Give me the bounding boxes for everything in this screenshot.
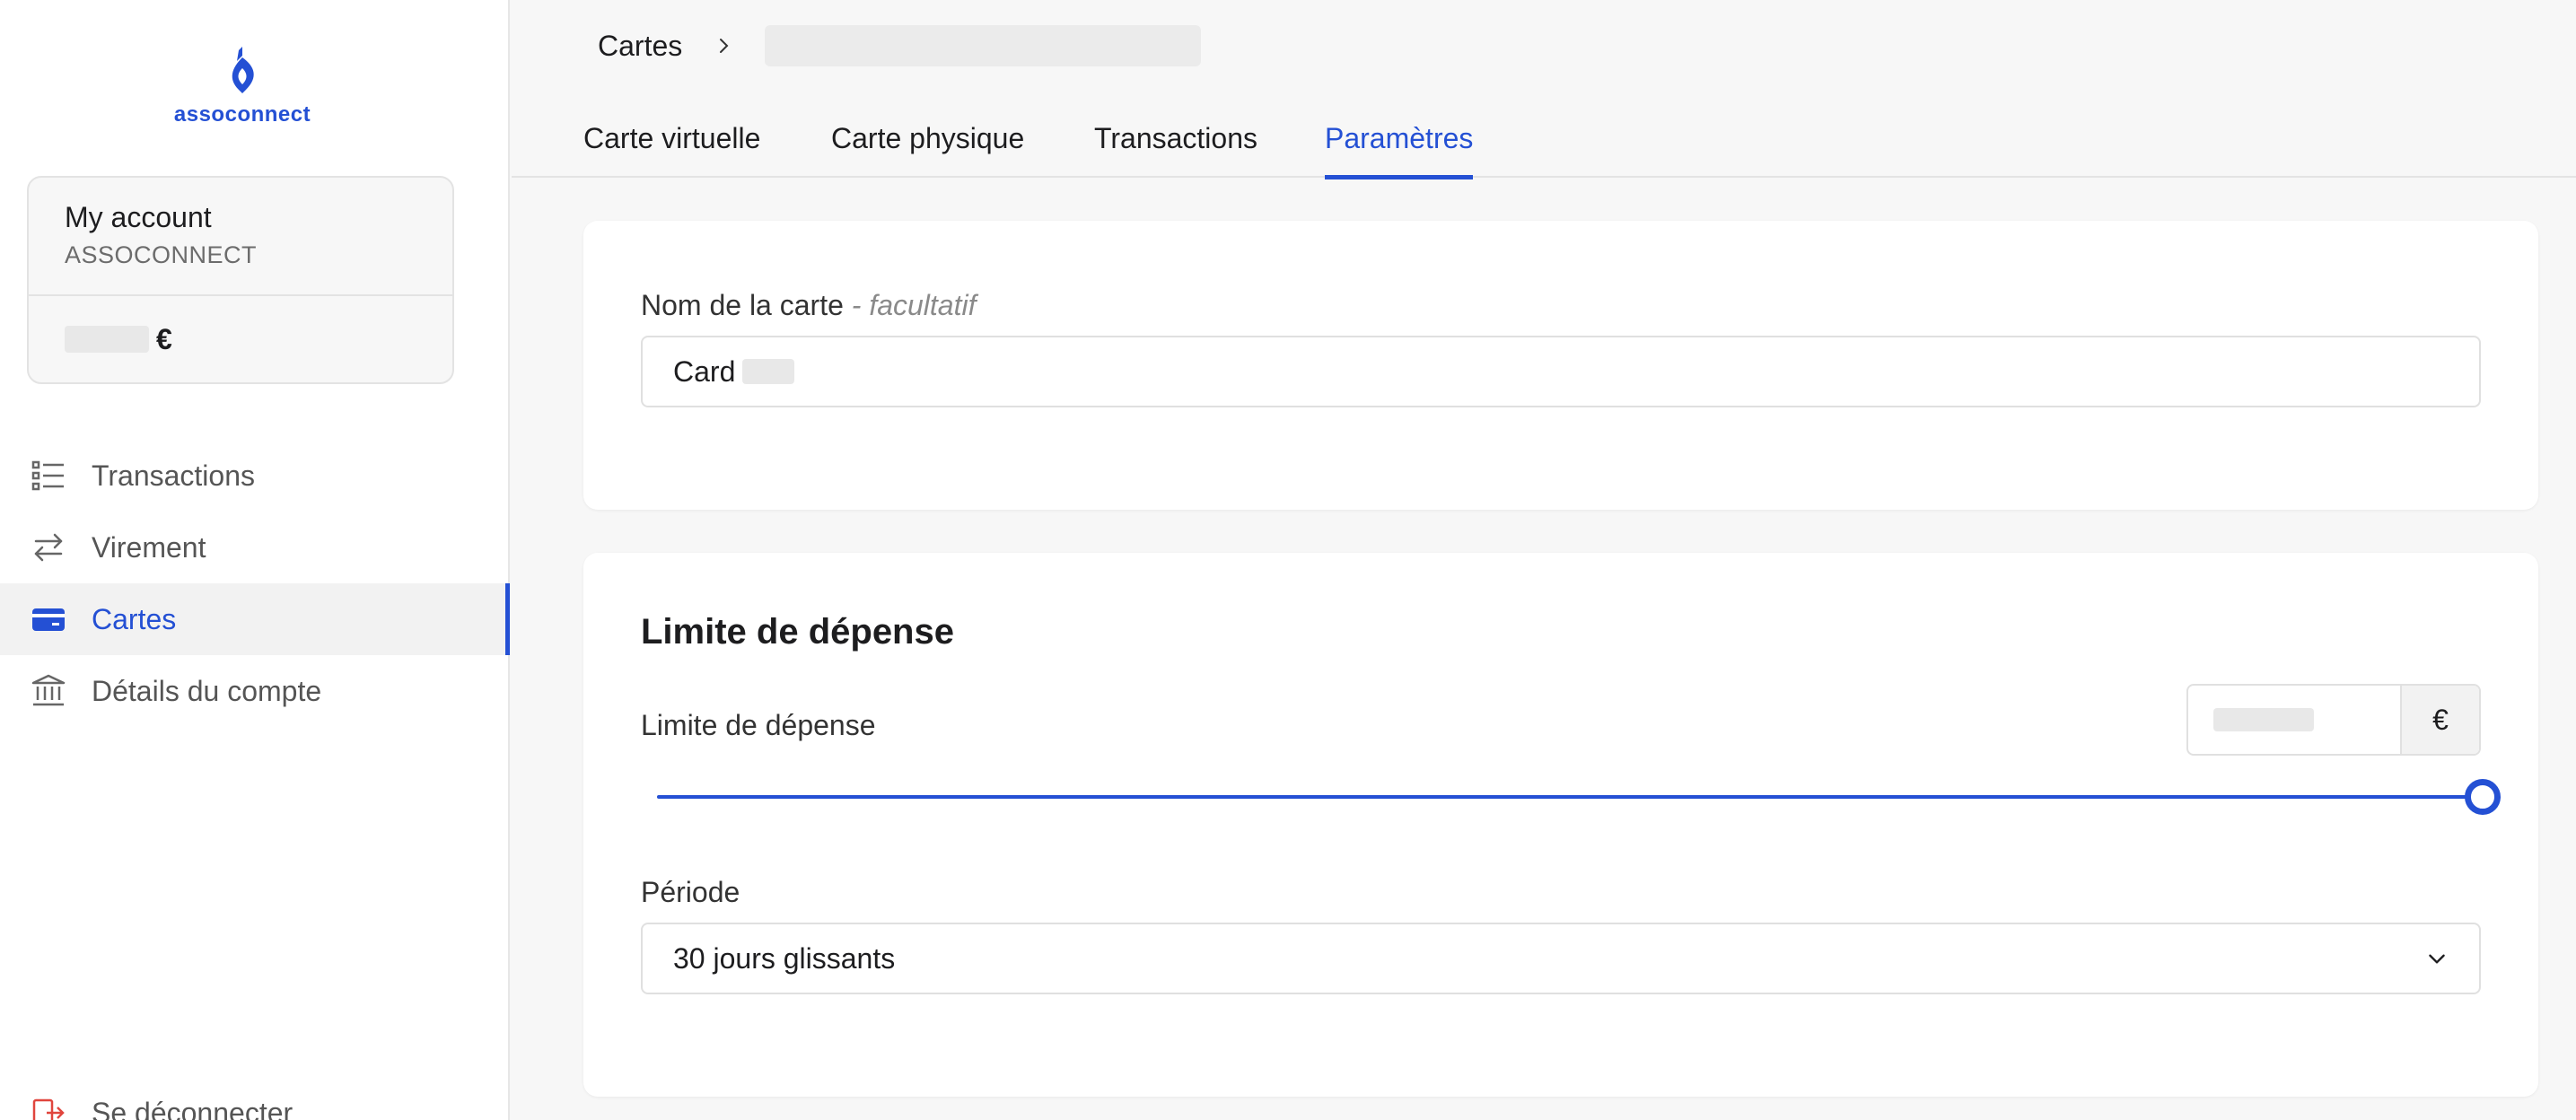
- breadcrumb: Cartes: [598, 23, 1202, 68]
- logout-label: Se déconnecter: [92, 1096, 294, 1120]
- breadcrumb-root[interactable]: Cartes: [598, 30, 682, 63]
- account-title: My account: [65, 201, 212, 233]
- balance-currency: €: [156, 322, 172, 355]
- assoconnect-logo[interactable]: assoconnect: [171, 47, 314, 127]
- account-card[interactable]: My account ASSOCONNECT €: [27, 176, 454, 384]
- redacted-limit-value: [2213, 708, 2314, 731]
- logout-button[interactable]: Se déconnecter: [31, 1095, 293, 1120]
- limit-slider[interactable]: [657, 779, 2501, 815]
- tab-carte-virtuelle[interactable]: Carte virtuelle: [583, 106, 760, 178]
- card-name-section: Nom de la carte - facultatif Card: [583, 221, 2538, 510]
- tab-bar: Carte virtuelle Carte physique Transacti…: [512, 106, 2576, 179]
- period-select[interactable]: 30 jours glissants: [641, 923, 2481, 994]
- chevron-down-icon: [2429, 954, 2445, 964]
- account-header: My account ASSOCONNECT: [29, 178, 452, 296]
- account-organization: ASSOCONNECT: [65, 241, 258, 268]
- logo-text: assoconnect: [173, 102, 311, 127]
- sidebar-item-cartes[interactable]: Cartes: [0, 583, 510, 655]
- card-name-input[interactable]: Card: [641, 336, 2481, 407]
- list-icon: [31, 460, 64, 491]
- redacted-balance: [65, 326, 149, 353]
- sidebar-item-virement[interactable]: Virement: [0, 512, 510, 583]
- sidebar-item-label: Virement: [92, 530, 206, 564]
- chevron-right-icon: [720, 39, 729, 53]
- credit-card-icon: [32, 608, 65, 631]
- card-name-label: Nom de la carte - facultatif: [641, 289, 976, 322]
- period-value: 30 jours glissants: [673, 941, 896, 975]
- sidebar: assoconnect My account ASSOCONNECT € Tra…: [0, 0, 510, 1120]
- card-name-label-text: Nom de la carte: [641, 289, 844, 321]
- bank-icon: [31, 674, 66, 706]
- tab-carte-physique[interactable]: Carte physique: [831, 106, 1024, 178]
- spending-limit-section: Limite de dépense Limite de dépense € Pé…: [583, 553, 2538, 1097]
- sidebar-item-label: Cartes: [92, 602, 177, 635]
- period-label: Période: [641, 876, 740, 908]
- currency-suffix: €: [2400, 686, 2479, 754]
- section-title: Limite de dépense: [641, 612, 954, 652]
- breadcrumb-current-redacted: [765, 25, 1202, 66]
- account-balance: €: [29, 296, 452, 382]
- slider-fill: [657, 795, 2483, 799]
- sidebar-item-label: Détails du compte: [92, 674, 322, 707]
- redacted-card-name: [742, 359, 795, 384]
- sidebar-item-transactions[interactable]: Transactions: [0, 440, 510, 512]
- sidebar-item-label: Transactions: [92, 459, 255, 492]
- tab-parametres[interactable]: Paramètres: [1325, 106, 1474, 179]
- card-name-value: Card: [673, 354, 736, 388]
- sidebar-nav: Transactions Virement Cartes Détails du …: [0, 440, 510, 727]
- tab-transactions[interactable]: Transactions: [1094, 106, 1257, 178]
- logo-mark-icon: [232, 47, 254, 93]
- limit-amount-field: €: [2186, 684, 2481, 756]
- limit-label: Limite de dépense: [641, 709, 876, 741]
- logout-icon: [32, 1098, 65, 1120]
- optional-hint: - facultatif: [843, 289, 977, 321]
- transfer-arrows-icon: [34, 533, 63, 562]
- slider-thumb[interactable]: [2465, 779, 2501, 815]
- limit-amount-input[interactable]: [2188, 686, 2400, 754]
- sidebar-item-details[interactable]: Détails du compte: [0, 655, 510, 727]
